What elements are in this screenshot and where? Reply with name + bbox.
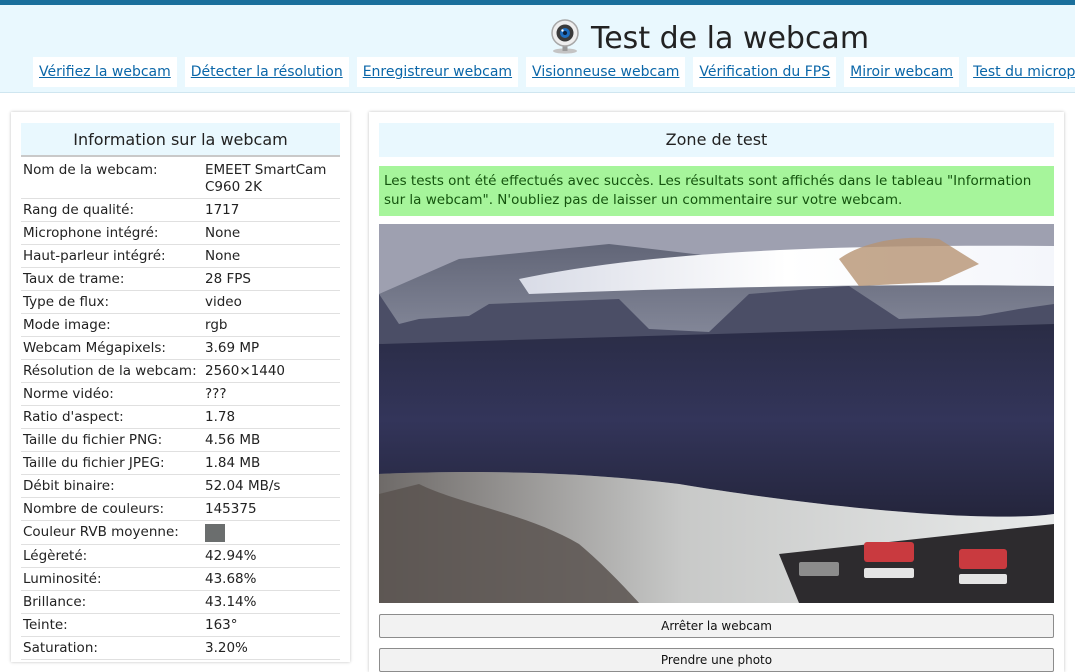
nav-webcam-recorder[interactable]: Enregistreur webcam xyxy=(356,57,519,87)
test-zone-panel: Zone de test Les tests ont été effectués… xyxy=(369,112,1064,672)
info-row: Saturation: 3.20% xyxy=(21,636,340,660)
info-value: 163° xyxy=(203,613,340,637)
page-title: Test de la webcam xyxy=(591,20,870,56)
info-label: Débit binaire: xyxy=(21,474,203,498)
title-wrap: Test de la webcam xyxy=(549,15,869,61)
info-value: None xyxy=(203,221,340,245)
info-value: video xyxy=(203,290,340,314)
nav-webcam-mirror[interactable]: Miroir webcam xyxy=(844,57,960,87)
info-row: Débit binaire: 52.04 MB/s xyxy=(21,474,340,498)
info-value: None xyxy=(203,244,340,268)
info-label: Légèreté: xyxy=(21,544,203,568)
success-message: Les tests ont été effectués avec succès.… xyxy=(379,166,1054,216)
info-value: EMEET SmartCam C960 2K xyxy=(203,159,340,199)
info-value xyxy=(203,520,340,545)
info-value: 1717 xyxy=(203,198,340,222)
info-row: Couleur RVB moyenne: xyxy=(21,520,340,545)
info-label: Teinte: xyxy=(21,613,203,637)
info-label: Taille du fichier JPEG: xyxy=(21,451,203,475)
info-label: Webcam Mégapixels: xyxy=(21,336,203,360)
info-value: 3.20% xyxy=(203,636,340,660)
info-panel-title: Information sur la webcam xyxy=(21,123,340,157)
info-label: Taille du fichier PNG: xyxy=(21,428,203,452)
info-value: 43.68% xyxy=(203,567,340,591)
info-label: Luminosité: xyxy=(21,567,203,591)
info-row: Rang de qualité: 1717 xyxy=(21,198,340,222)
page-header: Test de la webcam Vérifiez la webcam Déte… xyxy=(0,5,1075,93)
nav-verify-webcam[interactable]: Vérifiez la webcam xyxy=(33,57,177,87)
info-row: Norme vidéo:??? xyxy=(21,382,340,406)
info-value: 145375 xyxy=(203,497,340,521)
info-label: Type de flux: xyxy=(21,290,203,314)
info-row: Légèreté: 42.94% xyxy=(21,544,340,568)
nav-webcam-viewer[interactable]: Visionneuse webcam xyxy=(526,57,686,87)
stop-webcam-button[interactable]: Arrêter la webcam xyxy=(379,614,1054,638)
info-row: Luminosité: 43.68% xyxy=(21,567,340,591)
info-value: 1.78 xyxy=(203,405,340,429)
info-row: Mode image: rgb xyxy=(21,313,340,337)
average-rgb-swatch xyxy=(205,524,225,542)
top-nav: Vérifiez la webcam Détecter la résolution… xyxy=(33,57,1075,89)
info-label: Nombre de couleurs: xyxy=(21,497,203,521)
webcam-icon xyxy=(549,18,581,58)
nav-detect-resolution[interactable]: Détecter la résolution xyxy=(184,57,349,87)
info-label: Haut-parleur intégré: xyxy=(21,244,203,268)
info-row: Taille du fichier PNG: 4.56 MB xyxy=(21,428,340,452)
info-row: Nom de la webcam: EMEET SmartCam C960 2K xyxy=(21,159,340,199)
info-label: Norme vidéo: xyxy=(21,382,203,406)
info-label: Saturation: xyxy=(21,636,203,660)
info-value: 2560×1440 xyxy=(203,359,340,383)
info-row: Nombre de couleurs: 145375 xyxy=(21,497,340,521)
info-value: 1.84 MB xyxy=(203,451,340,475)
info-label: Mode image: xyxy=(21,313,203,337)
info-value: rgb xyxy=(203,313,340,337)
info-row: Brillance: 43.14% xyxy=(21,590,340,614)
info-label: Nom de la webcam: xyxy=(21,159,203,199)
webcam-video-feed xyxy=(379,224,1054,603)
info-row: Teinte: 163° xyxy=(21,613,340,637)
info-value: 28 FPS xyxy=(203,267,340,291)
nav-microphone-test[interactable]: Test du micropho xyxy=(967,57,1075,87)
info-label: Microphone intégré: xyxy=(21,221,203,245)
nav-fps-check[interactable]: Vérification du FPS xyxy=(693,57,837,87)
test-zone-title: Zone de test xyxy=(379,123,1054,157)
info-row: Haut-parleur intégré: None xyxy=(21,244,340,268)
info-row: Microphone intégré: None xyxy=(21,221,340,245)
info-label: Rang de qualité: xyxy=(21,198,203,222)
webcam-info-table: Nom de la webcam: EMEET SmartCam C960 2K R… xyxy=(21,159,340,660)
info-row: Résolution de la webcam: 2560×1440 xyxy=(21,359,340,383)
info-row: Ratio d'aspect: 1.78 xyxy=(21,405,340,429)
info-label: Ratio d'aspect: xyxy=(21,405,203,429)
info-label: Taux de trame: xyxy=(21,267,203,291)
info-value: ??? xyxy=(203,382,340,406)
info-label: Brillance: xyxy=(21,590,203,614)
info-value: 52.04 MB/s xyxy=(203,474,340,498)
info-label: Couleur RVB moyenne: xyxy=(21,520,203,545)
info-row: Type de flux: video xyxy=(21,290,340,314)
info-row: Taille du fichier JPEG: 1.84 MB xyxy=(21,451,340,475)
info-value: 43.14% xyxy=(203,590,340,614)
webcam-info-panel: Information sur la webcam Nom de la webc… xyxy=(11,112,350,662)
take-photo-button[interactable]: Prendre une photo xyxy=(379,648,1054,672)
info-value: 42.94% xyxy=(203,544,340,568)
info-label: Résolution de la webcam: xyxy=(21,359,203,383)
info-row: Webcam Mégapixels: 3.69 MP xyxy=(21,336,340,360)
info-value: 3.69 MP xyxy=(203,336,340,360)
info-value: 4.56 MB xyxy=(203,428,340,452)
info-row: Taux de trame: 28 FPS xyxy=(21,267,340,291)
